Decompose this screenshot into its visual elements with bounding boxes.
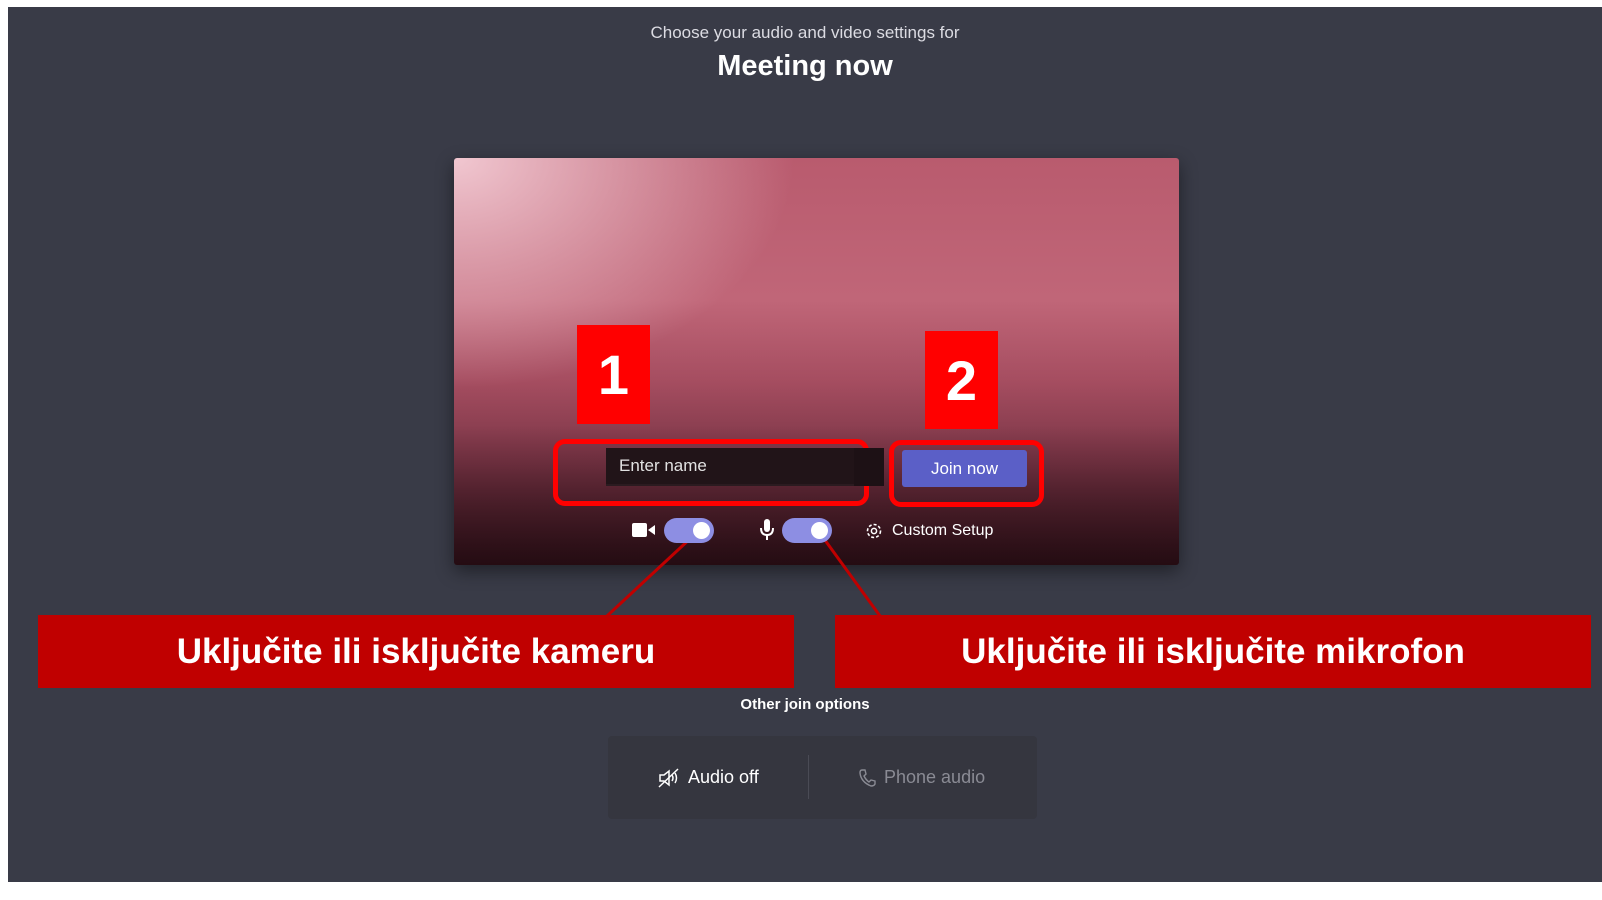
- camera-toggle-knob: [693, 522, 710, 539]
- join-now-button[interactable]: Join now: [902, 450, 1027, 487]
- microphone-icon: [760, 519, 774, 540]
- camera-annotation-label: Uključite ili isključite kameru: [38, 615, 794, 688]
- custom-setup-button[interactable]: Custom Setup: [864, 518, 993, 543]
- name-input-edge: [854, 448, 884, 486]
- custom-setup-label: Custom Setup: [892, 521, 994, 539]
- name-input[interactable]: [606, 448, 854, 486]
- camera-icon: [632, 523, 655, 537]
- microphone-annotation-label: Uključite ili isključite mikrofon: [835, 615, 1591, 688]
- device-controls: Custom Setup: [454, 516, 1179, 546]
- camera-toggle[interactable]: [664, 518, 714, 543]
- microphone-pointer-line: [820, 535, 882, 617]
- microphone-toggle-knob: [811, 522, 828, 539]
- gear-icon: [866, 523, 882, 538]
- camera-pointer-line: [605, 534, 695, 618]
- microphone-toggle[interactable]: [782, 518, 832, 543]
